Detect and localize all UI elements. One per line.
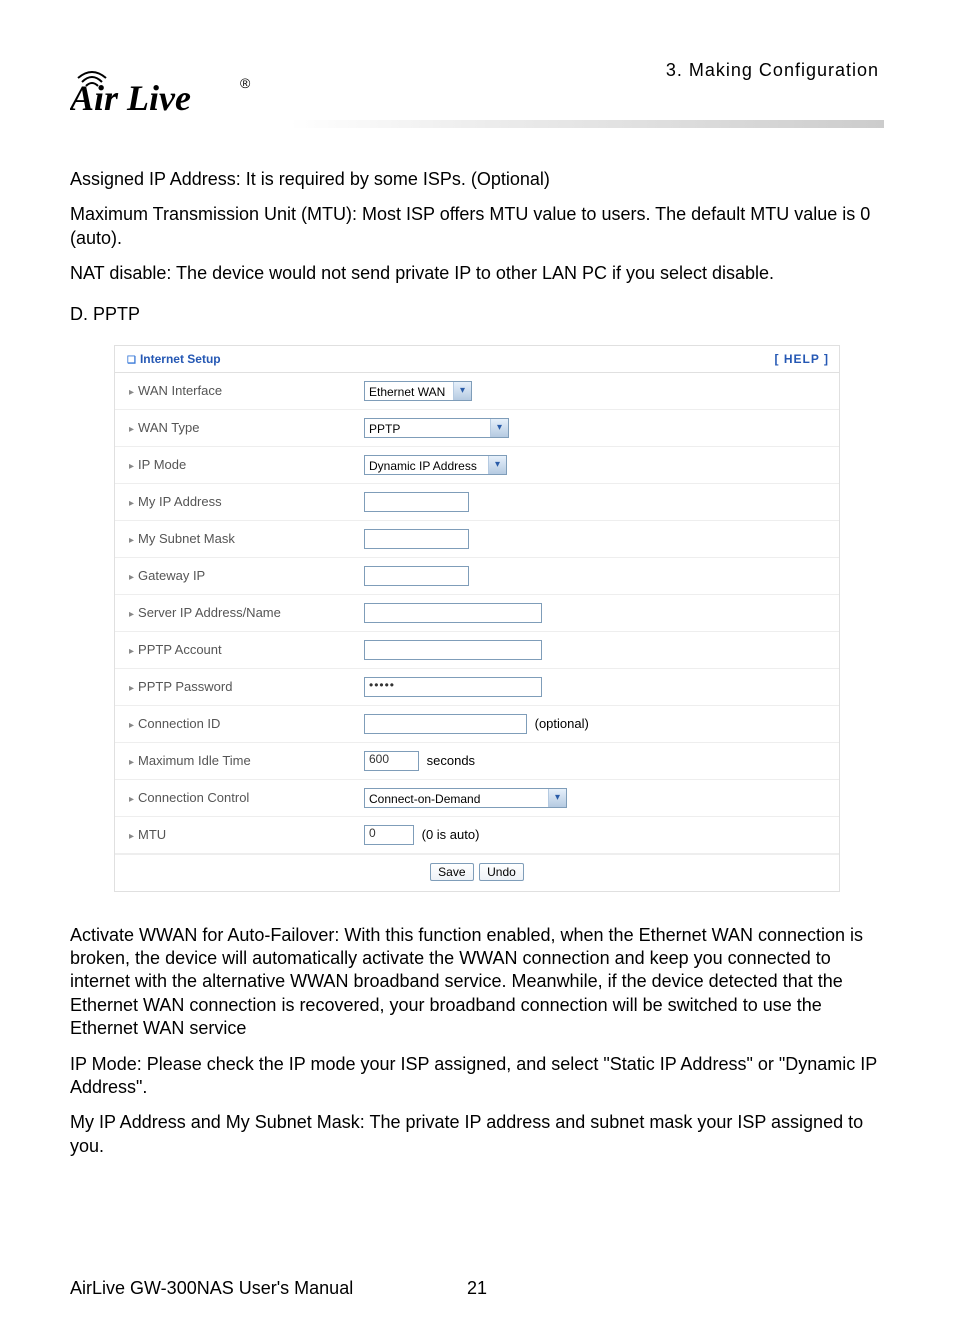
input-max-idle[interactable]: 600 bbox=[364, 751, 419, 771]
internet-setup-panel: ❏Internet Setup [ HELP ] ▸WAN Interface … bbox=[114, 345, 840, 892]
label-gateway-ip: ▸Gateway IP bbox=[123, 568, 364, 583]
input-gateway-ip[interactable] bbox=[364, 566, 469, 586]
chevron-down-icon: ▾ bbox=[488, 456, 506, 474]
after-para-1: Activate WWAN for Auto-Failover: With th… bbox=[70, 924, 884, 1041]
after-para-3: My IP Address and My Subnet Mask: The pr… bbox=[70, 1111, 884, 1158]
chevron-down-icon: ▾ bbox=[490, 419, 508, 437]
panel-title: ❏ Internet Setup bbox=[127, 352, 221, 366]
input-server-addr[interactable] bbox=[364, 603, 542, 623]
chapter-title: 3. Making Configuration bbox=[666, 60, 879, 81]
hint-optional: (optional) bbox=[535, 716, 589, 731]
help-link[interactable]: [ HELP ] bbox=[775, 352, 829, 366]
label-my-ip: ▸My IP Address bbox=[123, 494, 364, 509]
label-max-idle: ▸Maximum Idle Time bbox=[123, 753, 364, 768]
label-my-subnet: ▸My Subnet Mask bbox=[123, 531, 364, 546]
panel-icon: ❏ bbox=[127, 355, 136, 366]
after-para-2: IP Mode: Please check the IP mode your I… bbox=[70, 1053, 884, 1100]
label-connection-control: ▸Connection Control bbox=[123, 790, 364, 805]
header-divider bbox=[290, 120, 884, 128]
svg-text:®: ® bbox=[240, 75, 251, 91]
label-connection-id: ▸Connection ID bbox=[123, 716, 364, 731]
input-my-ip[interactable] bbox=[364, 492, 469, 512]
save-button[interactable]: Save bbox=[430, 863, 473, 881]
chevron-down-icon: ▾ bbox=[548, 789, 566, 807]
chevron-down-icon: ▾ bbox=[453, 382, 471, 400]
input-mtu[interactable]: 0 bbox=[364, 825, 414, 845]
intro-para-1: Assigned IP Address: It is required by s… bbox=[70, 168, 884, 191]
input-connection-id[interactable] bbox=[364, 714, 527, 734]
input-my-subnet[interactable] bbox=[364, 529, 469, 549]
input-pptp-account[interactable] bbox=[364, 640, 542, 660]
section-heading-d: D. PPTP bbox=[70, 304, 884, 325]
label-pptp-account: ▸PPTP Account bbox=[123, 642, 364, 657]
footer-manual-title: AirLive GW-300NAS User's Manual bbox=[70, 1278, 353, 1298]
label-wan-interface: ▸WAN Interface bbox=[123, 383, 364, 398]
intro-para-3: NAT disable: The device would not send p… bbox=[70, 262, 884, 285]
input-pptp-password[interactable]: ••••• bbox=[364, 677, 542, 697]
label-pptp-password: ▸PPTP Password bbox=[123, 679, 364, 694]
select-wan-interface[interactable]: Ethernet WAN▾ bbox=[364, 381, 472, 401]
undo-button[interactable]: Undo bbox=[479, 863, 524, 881]
svg-text:Air Live: Air Live bbox=[70, 78, 191, 118]
select-connection-control[interactable]: Connect-on-Demand▾ bbox=[364, 788, 567, 808]
intro-para-2: Maximum Transmission Unit (MTU): Most IS… bbox=[70, 203, 884, 250]
footer-page-number: 21 bbox=[467, 1278, 487, 1299]
panel-title-text: Internet Setup bbox=[140, 352, 221, 366]
select-ip-mode[interactable]: Dynamic IP Address▾ bbox=[364, 455, 507, 475]
hint-mtu-auto: (0 is auto) bbox=[422, 827, 480, 842]
label-ip-mode: ▸IP Mode bbox=[123, 457, 364, 472]
select-wan-type[interactable]: PPTP▾ bbox=[364, 418, 509, 438]
label-wan-type: ▸WAN Type bbox=[123, 420, 364, 435]
label-server-addr: ▸Server IP Address/Name bbox=[123, 605, 364, 620]
label-mtu: ▸MTU bbox=[123, 827, 364, 842]
hint-seconds: seconds bbox=[427, 753, 475, 768]
